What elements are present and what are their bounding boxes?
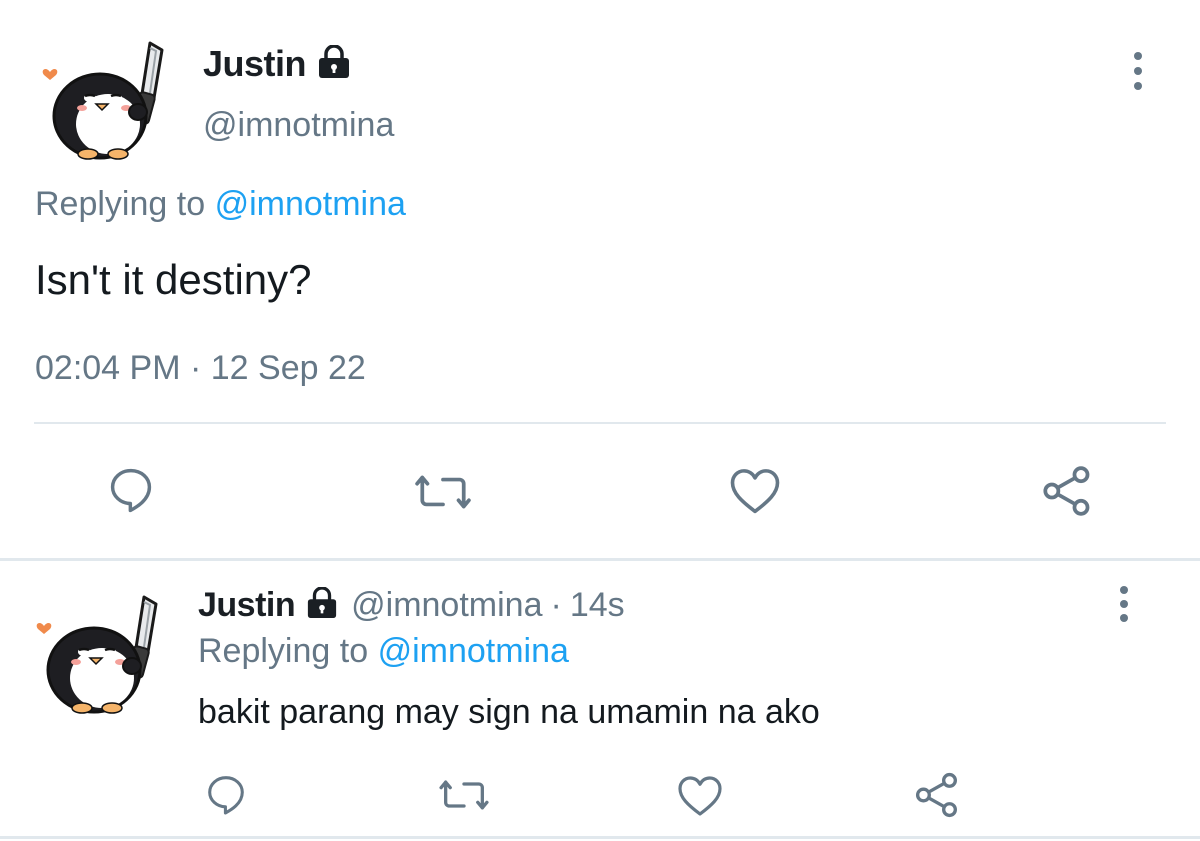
share-icon xyxy=(915,772,957,818)
share-button[interactable] xyxy=(1036,460,1098,522)
avatar[interactable] xyxy=(38,38,168,163)
retweet-button[interactable] xyxy=(436,770,492,820)
heart-icon xyxy=(678,776,722,816)
reply-author-row: Justin @imnotmina · 14s xyxy=(198,585,625,625)
reply-display-name[interactable]: Justin xyxy=(198,586,296,625)
like-button[interactable] xyxy=(724,460,786,520)
reply-handle[interactable]: @imnotmina xyxy=(351,586,542,625)
more-vertical-icon xyxy=(1134,52,1142,60)
author-row: Justin xyxy=(203,43,352,85)
retweet-button[interactable] xyxy=(412,462,474,522)
more-button[interactable] xyxy=(1126,52,1150,90)
penguin-avatar-image xyxy=(42,41,164,160)
reply-replying-to-line: Replying to @imnotmina xyxy=(198,632,569,671)
penguin-avatar-image xyxy=(36,595,158,714)
share-icon xyxy=(1043,466,1090,516)
reply-text: bakit parang may sign na umamin na ako xyxy=(198,693,820,731)
retweet-icon xyxy=(415,475,471,509)
like-button[interactable] xyxy=(674,770,726,820)
reply-separator: · xyxy=(550,585,562,624)
bottom-divider xyxy=(0,836,1200,839)
reply-button[interactable] xyxy=(200,768,252,820)
timestamp-separator: · xyxy=(189,349,202,387)
replying-to-line: Replying to @imnotmina xyxy=(35,185,406,224)
lock-icon xyxy=(305,585,339,624)
tweet-date: 12 Sep 22 xyxy=(210,349,366,387)
replying-to-link[interactable]: @imnotmina xyxy=(215,185,406,223)
reply-more-button[interactable] xyxy=(1112,586,1136,622)
retweet-icon xyxy=(439,780,489,810)
display-name[interactable]: Justin xyxy=(203,43,307,85)
reply-button[interactable] xyxy=(100,458,162,520)
tweet-text: Isn't it destiny? xyxy=(35,256,312,303)
share-button[interactable] xyxy=(910,768,964,822)
reply-avatar[interactable] xyxy=(32,592,162,717)
tweet-time: 02:04 PM xyxy=(35,349,181,387)
reply-icon xyxy=(110,468,152,513)
timestamp[interactable]: 02:04 PM · 12 Sep 22 xyxy=(35,349,366,388)
lock-icon xyxy=(316,43,352,84)
section-divider xyxy=(0,558,1200,561)
replying-to-link[interactable]: @imnotmina xyxy=(378,632,569,670)
reply-icon xyxy=(208,776,244,815)
more-vertical-icon xyxy=(1120,586,1128,594)
replying-to-label: Replying to xyxy=(198,632,369,670)
reply-age[interactable]: 14s xyxy=(570,586,625,625)
replying-to-label: Replying to xyxy=(35,185,206,223)
handle[interactable]: @imnotmina xyxy=(203,106,394,145)
divider xyxy=(34,422,1166,424)
heart-icon xyxy=(730,469,780,514)
